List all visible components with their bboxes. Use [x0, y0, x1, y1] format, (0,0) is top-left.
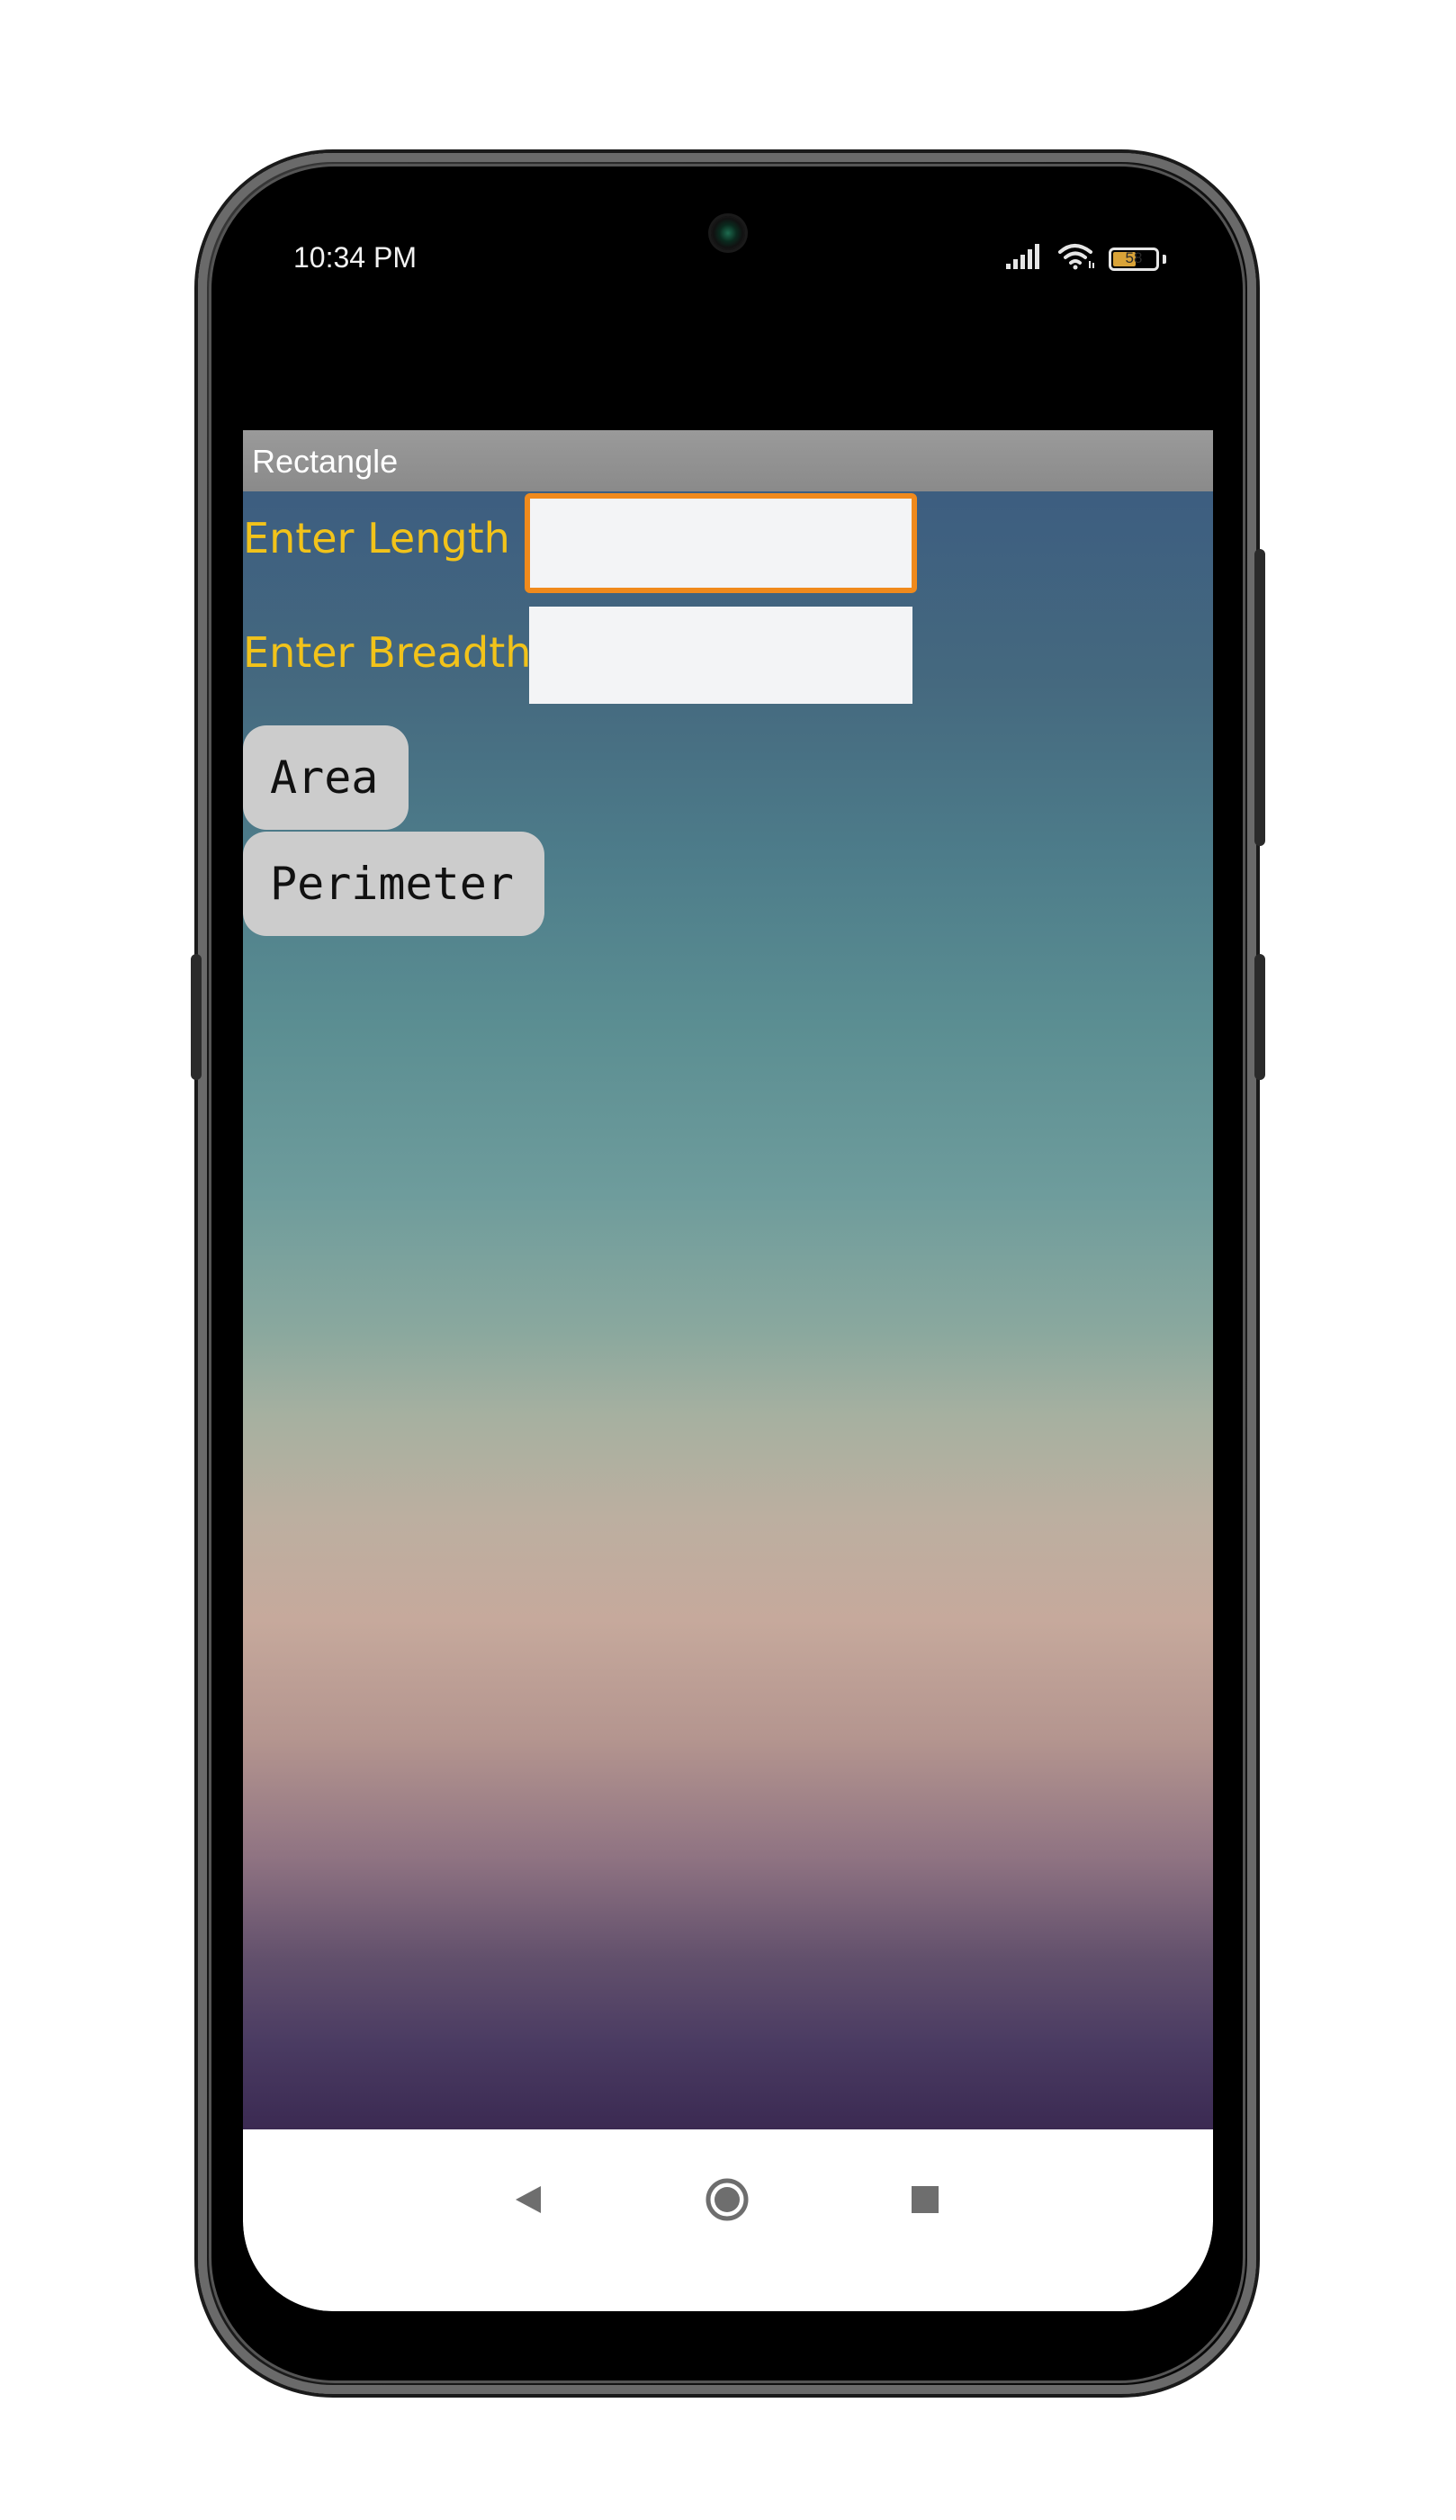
status-icons: 58 [1006, 243, 1166, 274]
recents-button[interactable] [896, 2173, 954, 2230]
battery-level: 58 [1125, 248, 1143, 266]
app-content: Rectangle Enter Length Enter Breadth Are… [243, 430, 1213, 2129]
back-button[interactable] [500, 2173, 558, 2230]
battery-tip [1163, 254, 1166, 264]
navigation-bar [243, 2129, 1213, 2311]
breadth-input[interactable] [529, 607, 912, 704]
back-triangle-icon [514, 2184, 544, 2219]
length-input[interactable] [525, 493, 917, 593]
breadth-label: Enter Breadth [243, 628, 532, 677]
perimeter-button[interactable]: Perimeter [243, 832, 544, 936]
app-title: Rectangle [252, 443, 399, 480]
home-button[interactable] [698, 2173, 756, 2230]
recents-square-icon [910, 2184, 940, 2219]
front-camera [711, 216, 745, 250]
length-label: Enter Length [243, 514, 510, 562]
home-circle-icon [705, 2177, 750, 2227]
phone-screen: 10:34 PM 58 Rectangle Enter Length Enter… [243, 205, 1213, 2311]
left-side-button [191, 954, 202, 1080]
area-button[interactable]: Area [243, 725, 409, 830]
device-stage: 10:34 PM 58 Rectangle Enter Length Enter… [0, 0, 1456, 2520]
power-button [1254, 954, 1265, 1080]
right-volume-button [1254, 549, 1265, 846]
wifi-icon [1056, 243, 1096, 274]
status-time: 10:34 PM [293, 241, 417, 274]
title-bar: Rectangle [243, 430, 1213, 491]
battery-icon: 58 [1109, 247, 1159, 271]
signal-icon [1006, 244, 1044, 274]
